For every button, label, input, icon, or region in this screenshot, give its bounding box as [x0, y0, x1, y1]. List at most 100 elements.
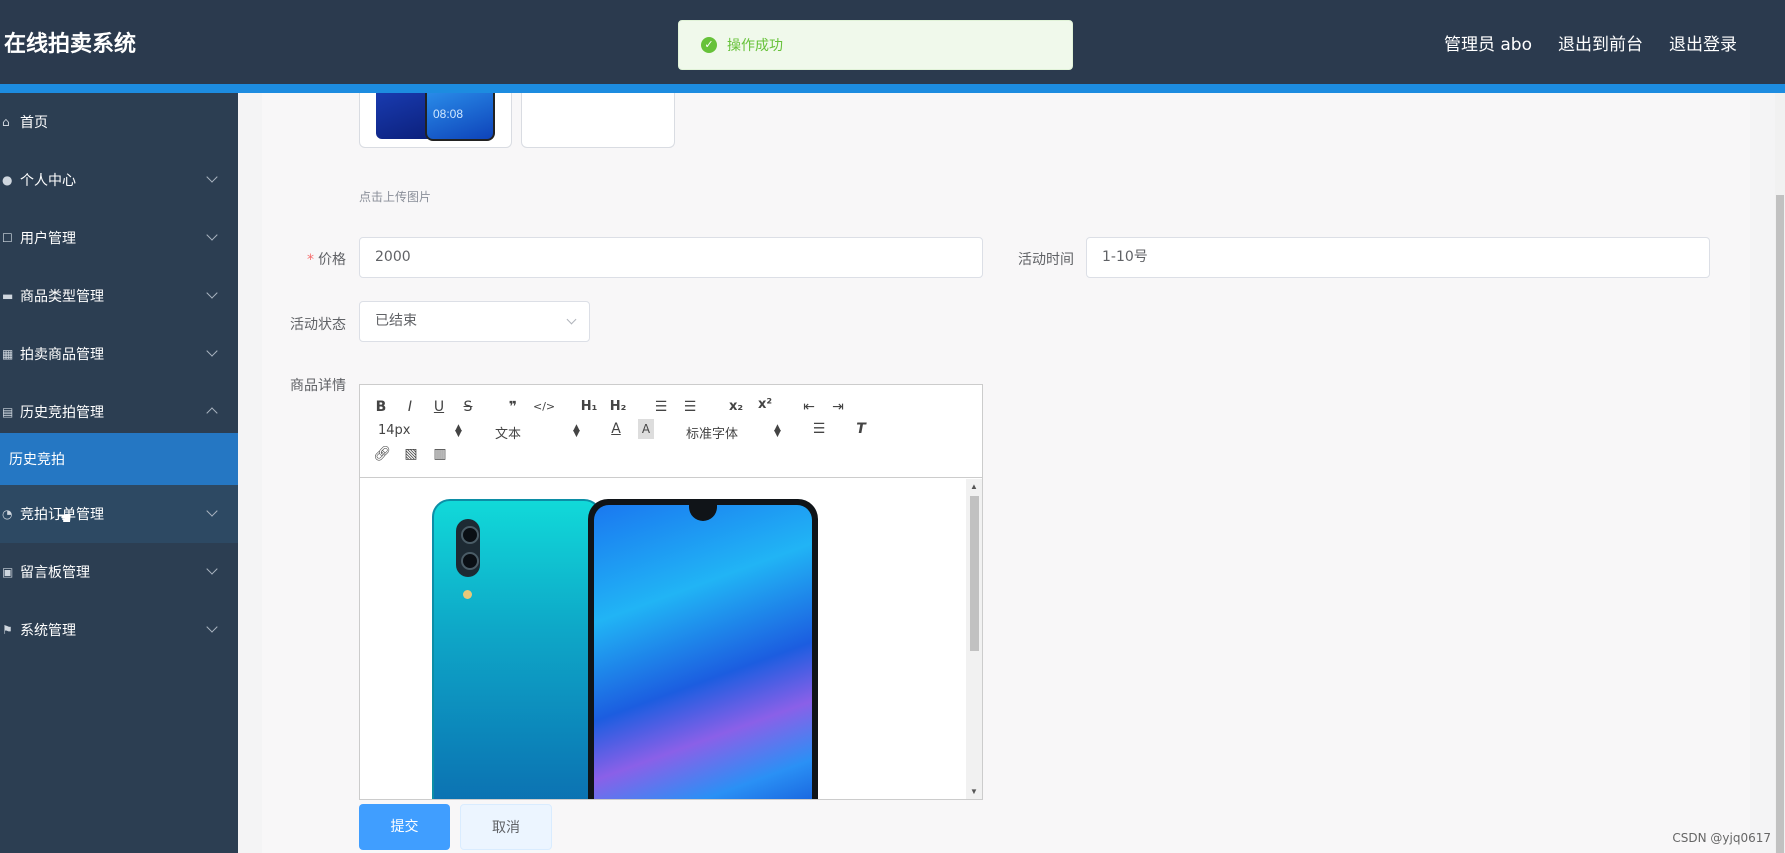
activity-status-value: 已结束: [375, 313, 417, 329]
image-icon[interactable]: ▧: [402, 444, 420, 464]
phone-front-image: [588, 499, 818, 799]
sidebar-item-product-type-management[interactable]: ▬ 商品类型管理: [0, 267, 238, 325]
admin-user-label[interactable]: 管理员 abo: [1444, 30, 1532, 55]
clock-icon: ◔: [2, 507, 13, 521]
user-icon: ●: [2, 173, 13, 187]
bullet-list-icon[interactable]: ☰: [681, 397, 699, 417]
phone-screen: [594, 505, 812, 799]
sidebar-item-bid-order-management[interactable]: ◔ 竞拍订单管理: [0, 485, 238, 543]
grid-icon: ▦: [2, 347, 14, 361]
success-toast: ✓ 操作成功: [678, 20, 1073, 70]
hand-cursor-icon: ☚: [56, 508, 73, 528]
updown-icon: ▲ ▼: [774, 423, 781, 439]
sidebar-item-auction-product-management[interactable]: ▦ 拍卖商品管理: [0, 325, 238, 383]
editor-toolbar: B I U S ❞ </> H₁ H₂ ☰ ☰ x₂ x² ⇤ ⇥ 14px ▲…: [360, 385, 982, 478]
sidebar-item-label: 留言板管理: [20, 565, 90, 581]
blockquote-icon[interactable]: ❞: [505, 397, 521, 417]
editor-scroll-thumb[interactable]: [970, 496, 979, 651]
briefcase-icon: ▬: [2, 289, 14, 303]
phone-flash: [463, 590, 472, 599]
check-circle-icon: ✓: [701, 37, 717, 53]
align-left-icon[interactable]: ☰: [810, 419, 828, 439]
updown-icon: ▲ ▼: [455, 423, 462, 439]
phone-image-front: 08:08: [425, 93, 495, 141]
code-block-icon[interactable]: </>: [533, 397, 555, 417]
header-actions: 管理员 abo 退出到前台 退出登录: [1444, 30, 1737, 55]
font-size-select[interactable]: 14px: [378, 423, 411, 438]
watermark: CSDN @yjq0617: [1672, 831, 1771, 845]
sidebar-item-personal-center[interactable]: ● 个人中心: [0, 151, 238, 209]
chevron-down-icon: [206, 287, 218, 299]
chevron-up-icon: [206, 407, 218, 419]
activity-time-label: 活动时间: [1018, 252, 1074, 268]
sidebar: ⌂ 首页 ● 个人中心 ☐ 用户管理 ▬ 商品类型管理 ▦ 拍卖商品管理 ▤ 历…: [0, 93, 238, 853]
sidebar-item-label: 拍卖商品管理: [20, 347, 104, 363]
updown-icon: ▲ ▼: [573, 423, 580, 439]
sidebar-item-label: 系统管理: [20, 623, 76, 639]
sidebar-subitem-history-bid[interactable]: 历史竞拍: [0, 433, 238, 485]
sidebar-item-label: 商品类型管理: [20, 289, 104, 305]
heading2-icon[interactable]: H₂: [607, 397, 629, 417]
clear-format-icon[interactable]: T: [852, 419, 870, 439]
superscript-icon[interactable]: x²: [755, 395, 775, 415]
activity-time-input[interactable]: 1-10号: [1086, 237, 1710, 278]
exit-to-front-link[interactable]: 退出到前台: [1558, 30, 1643, 55]
subscript-icon[interactable]: x₂: [726, 397, 746, 417]
editor-scrollbar[interactable]: ▲ ▼: [966, 479, 982, 799]
chevron-down-icon: [206, 621, 218, 633]
rich-text-editor: B I U S ❞ </> H₁ H₂ ☰ ☰ x₂ x² ⇤ ⇥ 14px ▲…: [359, 384, 983, 800]
logout-link[interactable]: 退出登录: [1669, 30, 1737, 55]
strikethrough-icon[interactable]: S: [460, 397, 476, 417]
submit-button[interactable]: 提交: [359, 804, 450, 850]
chevron-down-icon: [566, 314, 577, 325]
flag-icon: ⚑: [2, 623, 13, 637]
italic-icon[interactable]: I: [402, 397, 418, 417]
activity-status-label: 活动状态: [290, 317, 346, 333]
sidebar-item-message-board-management[interactable]: ▣ 留言板管理: [0, 543, 238, 601]
app-title: 在线拍卖系统: [4, 32, 137, 57]
font-family-select[interactable]: 标准字体: [686, 423, 738, 442]
indent-icon[interactable]: ⇥: [829, 397, 847, 417]
editor-content[interactable]: [360, 479, 967, 799]
uploaded-image-thumbnail[interactable]: 08:08: [359, 93, 512, 148]
activity-status-select[interactable]: 已结束: [359, 301, 590, 342]
sidebar-item-label: 历史竞拍管理: [20, 405, 104, 421]
price-input[interactable]: 2000: [359, 237, 983, 278]
sidebar-item-label: 首页: [20, 115, 48, 131]
link-icon[interactable]: 🔗︎: [373, 444, 391, 464]
sidebar-item-system-management[interactable]: ⚑ 系统管理: [0, 601, 238, 659]
image-upload-slot[interactable]: [521, 93, 675, 148]
video-icon[interactable]: ▥: [431, 444, 449, 464]
edit-icon: ☐: [2, 231, 13, 245]
background-color-icon[interactable]: A: [638, 419, 654, 439]
sidebar-item-label: 个人中心: [20, 173, 76, 189]
document-icon: ▤: [2, 405, 14, 419]
home-icon: ⌂: [2, 115, 10, 129]
page-scroll-thumb[interactable]: [1776, 195, 1784, 853]
bold-icon[interactable]: B: [373, 397, 389, 417]
chevron-down-icon: [206, 171, 218, 183]
clipboard-icon: ▣: [2, 565, 14, 579]
chevron-down-icon: [206, 505, 218, 517]
scroll-down-icon[interactable]: ▼: [970, 787, 978, 796]
price-label: * 价格: [307, 252, 346, 268]
header-accent-bar: [0, 84, 1785, 93]
scroll-up-icon[interactable]: ▲: [970, 482, 978, 491]
sidebar-item-user-management[interactable]: ☐ 用户管理: [0, 209, 238, 267]
underline-icon[interactable]: U: [431, 397, 447, 417]
toast-message: 操作成功: [727, 38, 783, 54]
sidebar-item-label: 用户管理: [20, 231, 76, 247]
phone-notch: [689, 505, 717, 521]
page-scrollbar[interactable]: [1775, 93, 1785, 853]
sidebar-item-home[interactable]: ⌂ 首页: [0, 93, 238, 151]
block-format-select[interactable]: 文本: [495, 423, 521, 442]
cancel-button[interactable]: 取消: [460, 804, 552, 850]
heading1-icon[interactable]: H₁: [578, 397, 600, 417]
chevron-down-icon: [206, 563, 218, 575]
ordered-list-icon[interactable]: ☰: [652, 397, 670, 417]
font-color-icon[interactable]: A: [608, 419, 624, 439]
product-details-label: 商品详情: [290, 378, 346, 394]
outdent-icon[interactable]: ⇤: [800, 397, 818, 417]
phone-camera: [456, 519, 480, 577]
chevron-down-icon: [206, 345, 218, 357]
